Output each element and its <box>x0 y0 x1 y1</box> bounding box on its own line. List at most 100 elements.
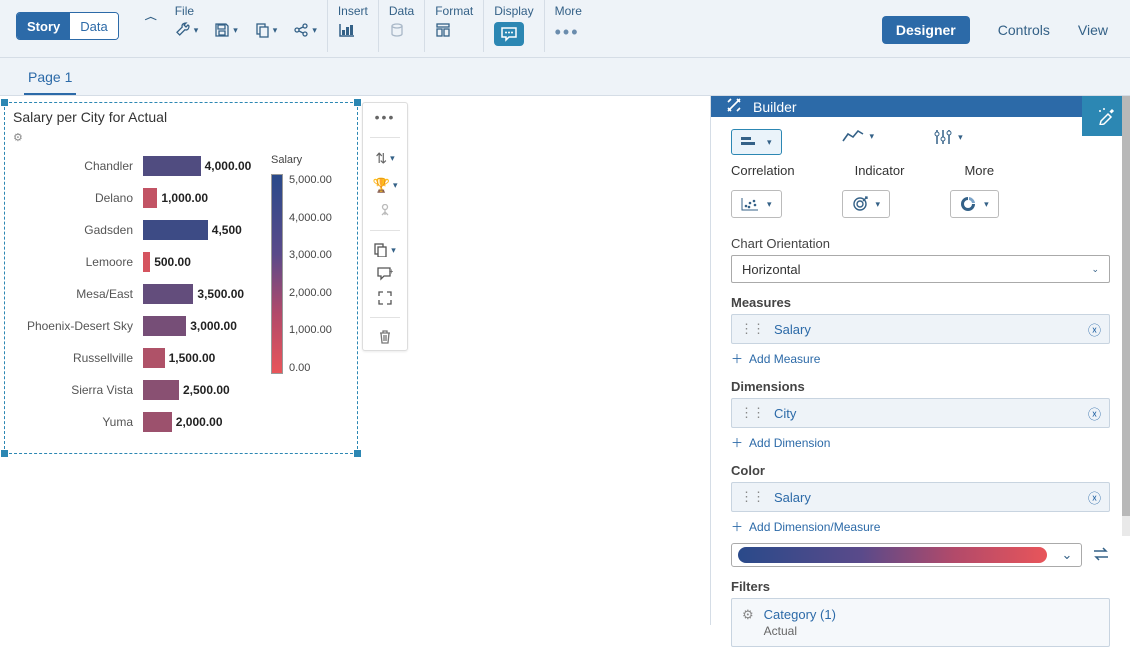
remove-dimension-icon[interactable]: ⓧ <box>1088 404 1101 423</box>
person-icon[interactable] <box>379 204 391 218</box>
insert-chart-icon[interactable] <box>338 22 356 38</box>
bar-value-label: 1,500.00 <box>169 351 216 365</box>
plus-icon: ＋ <box>731 350 743 367</box>
chart-widget[interactable]: Salary per City for Actual ⚙ Chandler4,0… <box>4 102 358 454</box>
menu-format-label: Format <box>435 4 473 18</box>
filter-title: Category (1) <box>764 607 836 622</box>
widget-more-icon[interactable]: ••• <box>375 109 396 125</box>
main-area: Salary per City for Actual ⚙ Chandler4,0… <box>0 96 1130 625</box>
bar-category-label: Yuma <box>13 415 143 429</box>
filter-gear-icon: ⚙ <box>742 607 754 623</box>
bar-fill <box>143 156 201 176</box>
share-icon[interactable]: ▾ <box>293 22 317 38</box>
copy-icon[interactable]: ▾ <box>254 22 278 38</box>
mode-data[interactable]: Data <box>70 13 117 39</box>
chart-type-line[interactable]: ▾ <box>842 129 875 143</box>
bar-fill <box>143 348 165 368</box>
more-dots-icon[interactable]: ••• <box>555 22 580 43</box>
measures-section: Measures ⋮⋮ Salary ⓧ ＋Add Measure <box>711 287 1130 371</box>
dimension-chip[interactable]: ⋮⋮ City ⓧ <box>731 398 1110 428</box>
display-comment-icon[interactable] <box>494 22 524 46</box>
measure-chip[interactable]: ⋮⋮ Salary ⓧ <box>731 314 1110 344</box>
copy-widget-icon[interactable]: ▾ <box>374 243 396 257</box>
bar-row[interactable]: Chandler4,000.00 <box>13 150 263 182</box>
color-gradient-select[interactable]: ⌄ <box>731 543 1082 567</box>
chart-type-target[interactable]: ▾ <box>842 190 891 218</box>
bar-category-label: Chandler <box>13 159 143 173</box>
sort-icon[interactable]: ⇅ ▾ <box>375 150 394 167</box>
menu-file: File ▾ ▾ ▾ ▾ <box>165 0 327 52</box>
chart-type-bar[interactable]: ▾ <box>731 129 782 155</box>
canvas[interactable]: Salary per City for Actual ⚙ Chandler4,0… <box>0 96 710 625</box>
drag-handle-icon[interactable]: ⋮⋮ <box>740 321 764 337</box>
chevron-down-icon: ⌄ <box>1053 547 1081 563</box>
page-tab[interactable]: Page 1 <box>24 69 76 95</box>
bar-row[interactable]: Delano1,000.00 <box>13 182 263 214</box>
chart-type-row: ▾ ▾ ▾ <box>711 117 1130 161</box>
delete-icon[interactable] <box>378 330 392 344</box>
rank-trophy-icon[interactable]: 🏆 ▾ <box>373 177 398 194</box>
chart-type-more-label: More <box>964 163 994 178</box>
collapse-toolbar-icon[interactable]: ︿ <box>137 11 165 23</box>
remove-measure-icon[interactable]: ⓧ <box>1088 320 1101 339</box>
chart-type-donut[interactable]: ▾ <box>950 190 999 218</box>
menu-data-label: Data <box>389 4 414 18</box>
comment-plus-icon[interactable]: + <box>377 267 393 281</box>
chart-gear-icon[interactable]: ⚙ <box>13 131 23 144</box>
bar-category-label: Sierra Vista <box>13 383 143 397</box>
tools-crossed-icon <box>725 96 743 117</box>
controls-link[interactable]: Controls <box>998 22 1050 38</box>
legend-tick: 0.00 <box>289 362 332 374</box>
svg-text:+: + <box>389 267 393 276</box>
color-section: Color ⋮⋮ Salary ⓧ ＋Add Dimension/Measure… <box>711 455 1130 571</box>
save-icon[interactable]: ▾ <box>214 22 238 38</box>
bar-category-label: Lemoore <box>13 255 143 269</box>
bars-area: Chandler4,000.00Delano1,000.00Gadsden4,5… <box>13 150 263 438</box>
bar-row[interactable]: Lemoore500.00 <box>13 246 263 278</box>
wrench-icon[interactable]: ▾ <box>175 22 199 38</box>
drag-handle-icon[interactable]: ⋮⋮ <box>740 489 764 505</box>
mode-toggle: Story Data <box>16 12 119 40</box>
bar-row[interactable]: Gadsden4,500 <box>13 214 263 246</box>
chart-type-scatter[interactable]: ▾ <box>731 190 782 218</box>
bar-value-label: 2,500.00 <box>183 383 230 397</box>
swap-colors-icon[interactable] <box>1092 547 1110 564</box>
color-chip-text: Salary <box>774 490 1078 505</box>
right-links: Designer Controls View <box>882 16 1108 44</box>
scrollbar[interactable] <box>1122 96 1130 536</box>
legend-tick: 5,000.00 <box>289 174 332 186</box>
add-dim-measure-link[interactable]: ＋Add Dimension/Measure <box>731 518 1110 535</box>
filter-subtitle: Actual <box>764 624 836 638</box>
add-measure-link[interactable]: ＋Add Measure <box>731 350 1110 367</box>
drag-handle-icon[interactable]: ⋮⋮ <box>740 405 764 421</box>
bar-row[interactable]: Phoenix-Desert Sky3,000.00 <box>13 310 263 342</box>
filters-label: Filters <box>731 579 1110 594</box>
bar-fill <box>143 188 157 208</box>
bar-row[interactable]: Sierra Vista 2,500.00 <box>13 374 263 406</box>
legend-column: Salary 5,000.004,000.003,000.002,000.001… <box>271 150 349 438</box>
bar-row[interactable]: Yuma2,000.00 <box>13 406 263 438</box>
format-layout-icon[interactable] <box>435 22 451 38</box>
bar-row[interactable]: Mesa/East3,500.00 <box>13 278 263 310</box>
orientation-select[interactable]: Horizontal ⌄ <box>731 255 1110 283</box>
bar-value-label: 1,000.00 <box>161 191 208 205</box>
color-gradient-bar <box>271 174 283 374</box>
bar-category-label: Gadsden <box>13 223 143 237</box>
view-link[interactable]: View <box>1078 22 1108 38</box>
orientation-label: Chart Orientation <box>731 236 1110 251</box>
widget-tools: ••• ⇅ ▾ 🏆 ▾ ▾ + <box>362 102 408 351</box>
designer-button[interactable]: Designer <box>882 16 970 44</box>
fullscreen-icon[interactable] <box>378 291 392 305</box>
mode-story[interactable]: Story <box>17 13 70 39</box>
add-dimension-link[interactable]: ＋Add Dimension <box>731 434 1110 451</box>
data-db-icon[interactable] <box>389 22 405 38</box>
builder-header: Builder <box>711 96 1130 117</box>
bar-value-label: 3,500.00 <box>197 287 244 301</box>
color-chip[interactable]: ⋮⋮ Salary ⓧ <box>731 482 1110 512</box>
remove-color-icon[interactable]: ⓧ <box>1088 488 1101 507</box>
chart-type-sliders[interactable]: ▾ <box>934 129 963 145</box>
bar-row[interactable]: Russellville1,500.00 <box>13 342 263 374</box>
legend-title: Salary <box>271 154 349 166</box>
bar-fill <box>143 316 186 336</box>
filter-chip[interactable]: ⚙ Category (1) Actual <box>731 598 1110 647</box>
